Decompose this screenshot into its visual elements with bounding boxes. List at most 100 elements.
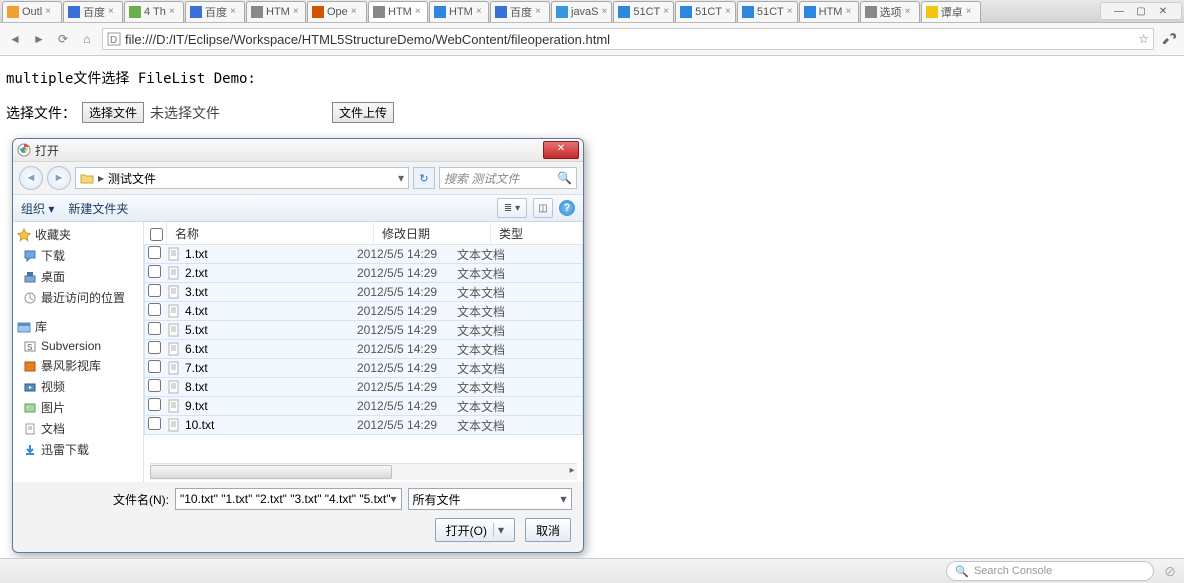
file-row[interactable]: 3.txt2012/5/5 14:29文本文档	[144, 282, 583, 302]
column-headers[interactable]: 名称 修改日期 类型	[144, 222, 583, 245]
file-row[interactable]: 10.txt2012/5/5 14:29文本文档	[144, 415, 583, 435]
file-row[interactable]: 6.txt2012/5/5 14:29文本文档	[144, 339, 583, 359]
sidebar-libraries-header[interactable]: 库	[13, 316, 143, 337]
sidebar-item[interactable]: 迅雷下载	[13, 439, 143, 460]
tab-close-icon[interactable]: ×	[169, 6, 175, 17]
help-icon[interactable]: ?	[559, 200, 575, 216]
browser-tab[interactable]: 51CT×	[737, 1, 798, 22]
file-checkbox[interactable]	[148, 284, 161, 297]
browser-tab[interactable]: HTM×	[429, 1, 489, 22]
reload-icon[interactable]: ⟳	[54, 30, 72, 48]
file-row[interactable]: 9.txt2012/5/5 14:29文本文档	[144, 396, 583, 416]
tab-close-icon[interactable]: ×	[535, 6, 541, 17]
browser-tab[interactable]: 百度×	[185, 1, 245, 22]
chevron-down-icon[interactable]: ▾	[561, 492, 567, 506]
browser-tab[interactable]: 谭卓×	[921, 1, 981, 22]
horizontal-scrollbar[interactable]: ◂ ▸	[150, 463, 577, 480]
file-checkbox[interactable]	[148, 265, 161, 278]
tab-close-icon[interactable]: ×	[230, 6, 236, 17]
browser-tab[interactable]: 4 Th×	[124, 1, 184, 22]
filename-combo[interactable]: "10.txt" "1.txt" "2.txt" "3.txt" "4.txt"…	[175, 488, 402, 510]
file-checkbox[interactable]	[148, 246, 161, 259]
scroll-right-icon[interactable]: ▸	[565, 464, 579, 478]
console-search-input[interactable]: 🔍 Search Console	[946, 561, 1154, 581]
col-name[interactable]: 名称	[167, 222, 374, 244]
organize-menu[interactable]: 组织 ▾	[21, 200, 54, 217]
col-date[interactable]: 修改日期	[374, 222, 491, 244]
minimize-icon[interactable]: —	[1111, 5, 1127, 17]
browser-tab[interactable]: javaS×	[551, 1, 612, 22]
split-chevron-icon[interactable]: ▾	[493, 523, 504, 537]
cancel-button[interactable]: 取消	[525, 518, 571, 542]
tab-close-icon[interactable]: ×	[45, 6, 51, 17]
tab-close-icon[interactable]: ×	[787, 6, 793, 17]
sidebar-item[interactable]: 视频	[13, 376, 143, 397]
tab-close-icon[interactable]: ×	[415, 6, 421, 17]
wrench-menu-icon[interactable]	[1160, 30, 1178, 48]
browser-tab[interactable]: HTM×	[246, 1, 306, 22]
dialog-back-button[interactable]: ◄	[19, 166, 43, 190]
chevron-down-icon[interactable]: ▾	[398, 171, 404, 185]
file-checkbox[interactable]	[148, 398, 161, 411]
maximize-icon[interactable]: ▢	[1133, 5, 1149, 17]
col-type[interactable]: 类型	[491, 222, 583, 244]
choose-file-button[interactable]: 选择文件	[82, 102, 144, 123]
tab-close-icon[interactable]: ×	[108, 6, 114, 17]
file-row[interactable]: 2.txt2012/5/5 14:29文本文档	[144, 263, 583, 283]
file-row[interactable]: 5.txt2012/5/5 14:29文本文档	[144, 320, 583, 340]
dialog-forward-button[interactable]: ►	[47, 166, 71, 190]
tab-close-icon[interactable]: ×	[845, 6, 851, 17]
home-icon[interactable]: ⌂	[78, 30, 96, 48]
tab-close-icon[interactable]: ×	[966, 6, 972, 17]
scrollbar-thumb[interactable]	[150, 465, 392, 479]
sidebar-favorites-header[interactable]: 收藏夹	[13, 224, 143, 245]
file-checkbox[interactable]	[148, 322, 161, 335]
tab-close-icon[interactable]: ×	[602, 6, 608, 17]
browser-tab[interactable]: Outl×	[2, 1, 62, 22]
browser-tab[interactable]: Ope×	[307, 1, 367, 22]
back-icon[interactable]: ◄	[6, 30, 24, 48]
bookmark-star-icon[interactable]: ☆	[1138, 32, 1149, 46]
chevron-down-icon[interactable]: ▾	[391, 492, 397, 506]
browser-tab[interactable]: HTM×	[368, 1, 428, 22]
file-checkbox[interactable]	[148, 417, 161, 430]
open-button[interactable]: 打开(O) ▾	[435, 518, 515, 542]
dialog-close-button[interactable]: ✕	[543, 141, 579, 159]
file-checkbox[interactable]	[148, 360, 161, 373]
upload-button[interactable]: 文件上传	[332, 102, 394, 123]
file-checkbox[interactable]	[148, 341, 161, 354]
dialog-search-input[interactable]: 搜索 测试文件 🔍	[439, 167, 577, 189]
tab-close-icon[interactable]: ×	[476, 6, 482, 17]
refresh-button[interactable]: ↻	[413, 167, 435, 189]
file-checkbox[interactable]	[148, 379, 161, 392]
file-row[interactable]: 4.txt2012/5/5 14:29文本文档	[144, 301, 583, 321]
close-window-icon[interactable]: ✕	[1155, 5, 1171, 17]
sidebar-item[interactable]: 桌面	[13, 266, 143, 287]
file-row[interactable]: 7.txt2012/5/5 14:29文本文档	[144, 358, 583, 378]
file-row[interactable]: 8.txt2012/5/5 14:29文本文档	[144, 377, 583, 397]
tab-close-icon[interactable]: ×	[663, 6, 669, 17]
new-folder-button[interactable]: 新建文件夹	[68, 200, 128, 217]
sidebar-item[interactable]: 下载	[13, 245, 143, 266]
browser-tab[interactable]: HTM×	[799, 1, 859, 22]
sidebar-item[interactable]: 文档	[13, 418, 143, 439]
browser-tab[interactable]: 51CT×	[675, 1, 736, 22]
browser-tab[interactable]: 51CT×	[613, 1, 674, 22]
sidebar-item[interactable]: SSubversion	[13, 337, 143, 355]
tab-close-icon[interactable]: ×	[725, 6, 731, 17]
preview-pane-button[interactable]: ◫	[533, 198, 553, 218]
tab-close-icon[interactable]: ×	[293, 6, 299, 17]
tab-close-icon[interactable]: ×	[351, 6, 357, 17]
dialog-titlebar[interactable]: 打开 ✕	[13, 139, 583, 162]
sidebar-item[interactable]: 最近访问的位置	[13, 287, 143, 308]
browser-tab[interactable]: 选项×	[860, 1, 920, 22]
tab-close-icon[interactable]: ×	[905, 6, 911, 17]
select-all-checkbox[interactable]	[150, 228, 163, 241]
filter-combo[interactable]: 所有文件 ▾	[408, 488, 572, 510]
url-field[interactable]: D file:///D:/IT/Eclipse/Workspace/HTML5S…	[102, 28, 1154, 50]
sidebar-item[interactable]: 图片	[13, 397, 143, 418]
sidebar-item[interactable]: 暴风影视库	[13, 355, 143, 376]
forward-icon[interactable]: ►	[30, 30, 48, 48]
breadcrumb[interactable]: ▸ 测试文件 ▾	[75, 167, 409, 189]
browser-tab[interactable]: 百度×	[490, 1, 550, 22]
